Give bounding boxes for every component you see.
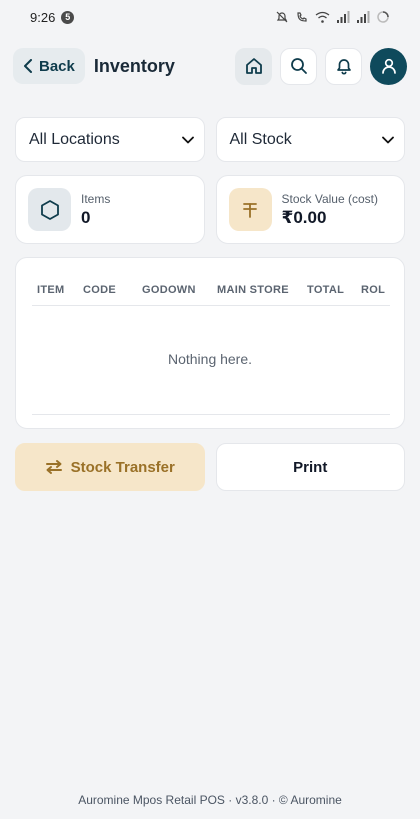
volte-icon xyxy=(297,12,307,22)
column-header-code[interactable]: CODE xyxy=(83,284,116,296)
stock-value-stat-text: Stock Value (cost) ₹0.00 xyxy=(282,192,378,228)
header-actions xyxy=(235,47,407,85)
stock-select-value: All Stock xyxy=(229,130,292,148)
location-select-value: All Locations xyxy=(29,130,120,148)
items-value: 0 xyxy=(81,207,91,227)
items-stat-card: Items 0 xyxy=(15,175,205,244)
stock-value-label: Stock Value (cost) xyxy=(281,191,378,206)
column-header-total[interactable]: TOTAL xyxy=(307,284,344,296)
chevron-left-icon xyxy=(24,59,32,73)
home-button[interactable] xyxy=(235,47,272,85)
status-left: 9:26 5 xyxy=(30,9,75,25)
app-header: Back Inventory xyxy=(13,46,407,86)
stats-row: Items 0 Stock Value (cost) ₹0.00 xyxy=(15,175,405,244)
chevron-down-icon xyxy=(181,136,194,143)
chevron-down-icon xyxy=(382,136,394,143)
table-divider xyxy=(32,414,390,415)
stock-select[interactable]: All Stock xyxy=(215,117,405,162)
transfer-arrows-icon xyxy=(45,460,62,474)
items-label: Items xyxy=(81,191,111,206)
inventory-table-card: ITEM CODE GODOWN MAIN STORE TOTAL ROL No… xyxy=(15,257,405,429)
status-bar: 9:26 5 xyxy=(0,0,420,34)
print-button[interactable]: Print xyxy=(215,443,405,491)
page-title: Inventory xyxy=(93,55,175,76)
column-header-godown[interactable]: GODOWN xyxy=(142,284,196,296)
search-icon xyxy=(290,58,307,74)
stock-transfer-label: Stock Transfer xyxy=(70,458,175,476)
column-header-rol[interactable]: ROL xyxy=(361,284,385,296)
stock-value-stat-card: Stock Value (cost) ₹0.00 xyxy=(215,175,405,244)
empty-table-message: Nothing here. xyxy=(167,351,253,367)
stock-value-icon-box xyxy=(228,188,272,231)
app-footer: Auromine Mpos Retail POS · v3.8.0 · © Au… xyxy=(78,793,342,807)
search-button[interactable] xyxy=(280,47,317,85)
items-icon-box xyxy=(28,188,71,231)
status-icons xyxy=(275,10,390,24)
stock-transfer-button[interactable]: Stock Transfer xyxy=(15,443,205,491)
user-icon xyxy=(381,58,396,74)
back-button[interactable]: Back xyxy=(13,48,85,84)
actions-row: Stock Transfer Print xyxy=(15,443,405,491)
signal-icon-1 xyxy=(337,10,350,23)
print-label: Print xyxy=(293,458,328,476)
signal-icon-2 xyxy=(357,10,370,23)
back-label: Back xyxy=(39,57,75,75)
wifi-icon xyxy=(315,11,330,23)
status-time: 9:26 xyxy=(30,9,56,25)
loading-icon xyxy=(377,11,389,23)
location-select[interactable]: All Locations xyxy=(15,117,205,162)
filters-row: All Locations All Stock xyxy=(15,117,405,162)
profile-avatar-button[interactable] xyxy=(370,47,407,85)
items-stat-text: Items 0 xyxy=(81,192,110,228)
mute-bell-icon xyxy=(276,11,288,23)
notifications-button[interactable] xyxy=(325,47,362,85)
hexagon-icon xyxy=(40,199,59,220)
bell-icon xyxy=(336,59,351,75)
rupee-icon xyxy=(243,202,257,218)
stock-value-amount: ₹0.00 xyxy=(281,207,327,227)
column-header-main-store[interactable]: MAIN STORE xyxy=(217,284,289,296)
home-icon xyxy=(245,58,262,74)
column-header-item[interactable]: ITEM xyxy=(37,284,64,296)
notification-count-badge: 5 xyxy=(61,10,75,24)
table-header: ITEM CODE GODOWN MAIN STORE TOTAL ROL xyxy=(32,282,390,306)
